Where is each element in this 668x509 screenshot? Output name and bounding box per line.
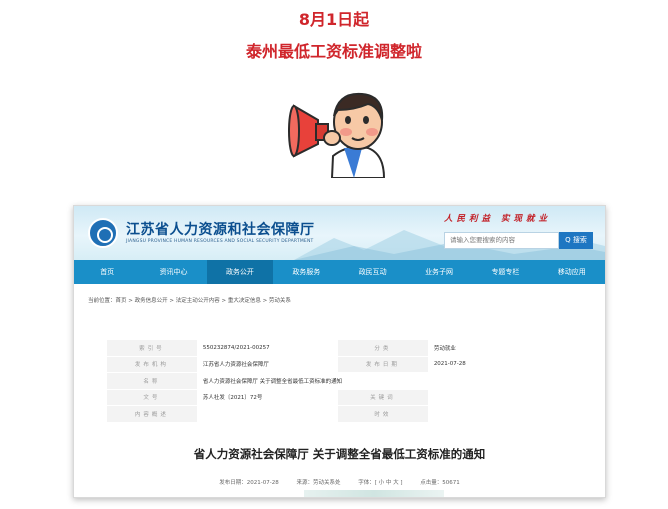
meta-value: 苏人社发〔2021〕72号: [202, 395, 263, 402]
website-screenshot: 江苏省人力资源和社会保障厅 JIANGSU PROVINCE HUMAN RES…: [73, 205, 606, 498]
document-meta-table: 索引号 550232874/2021-00257 分类 劳动就业 发布机构 江苏…: [107, 340, 569, 423]
publish-date: 发布日期：2021-07-28: [219, 480, 279, 486]
nav-item-subsites[interactable]: 业务子网: [406, 260, 472, 284]
meta-value: [197, 406, 338, 423]
headline-date: 8月1日起: [298, 10, 370, 29]
meta-value: 劳动就业: [433, 345, 456, 352]
meta-key: 时效: [337, 405, 428, 422]
headline-title: 泰州最低工资标准调整啦: [245, 42, 422, 61]
document-source: 来源：劳动关系处: [296, 480, 341, 486]
meta-key: 分类: [337, 340, 428, 356]
site-slogan: 人民利益 实现就业: [444, 214, 551, 224]
view-count: 点击量：50671: [420, 480, 460, 486]
table-row: 文号 苏人社发〔2021〕72号 关键词: [107, 389, 569, 406]
breadcrumb[interactable]: 当前位置：首页 > 政务信息公开 > 法定主动公开内容 > 重大决定信息 > 劳…: [88, 296, 291, 304]
watermark: [304, 490, 444, 497]
site-title: 江苏省人力资源和社会保障厅: [126, 222, 315, 238]
main-nav: 首页 资讯中心 政务公开 政务服务 政民互动 业务子网 专题专栏 移动应用: [74, 260, 605, 284]
meta-value: 550232874/2021-00257: [202, 344, 270, 351]
meta-value: [428, 389, 569, 406]
search-button[interactable]: Q 搜索: [559, 232, 593, 249]
meta-value: 江苏省人力资源社会保障厅: [202, 362, 269, 369]
nav-item-mobile[interactable]: 移动应用: [539, 260, 605, 284]
font-size-switcher[interactable]: 字体：[ 小 中 大 ]: [358, 480, 402, 486]
nav-item-gov-service[interactable]: 政务服务: [273, 260, 339, 284]
document-info: 发布日期：2021-07-28 来源：劳动关系处 字体：[ 小 中 大 ] 点击…: [74, 478, 605, 486]
site-subtitle: JIANGSU PROVINCE HUMAN RESOURCES AND SOC…: [126, 239, 314, 244]
meta-value: 2021-07-28: [433, 361, 466, 368]
nav-item-home[interactable]: 首页: [74, 260, 140, 284]
meta-key: 关键词: [337, 389, 428, 406]
meta-key: 内容概述: [107, 405, 197, 422]
meta-key: 发布机构: [107, 356, 197, 373]
megaphone-mascot-illustration: [288, 92, 386, 178]
nav-item-gov-open[interactable]: 政务公开: [206, 260, 274, 284]
table-row: 名称 省人力资源社会保障厅 关于调整全省最低工资标准的通知: [107, 372, 569, 389]
meta-key: 文号: [107, 389, 197, 406]
table-row: 索引号 550232874/2021-00257 分类 劳动就业: [107, 340, 569, 356]
meta-key: 名称: [107, 372, 197, 389]
meta-key: 发布日期: [337, 356, 428, 373]
nav-item-topics[interactable]: 专题专栏: [472, 260, 538, 284]
table-row: 发布机构 江苏省人力资源社会保障厅 发布日期 2021-07-28: [107, 356, 569, 373]
nav-item-news[interactable]: 资讯中心: [140, 260, 206, 284]
meta-value: 省人力资源社会保障厅 关于调整全省最低工资标准的通知: [202, 378, 343, 385]
meta-value: [428, 406, 569, 423]
document-title: 省人力资源社会保障厅 关于调整全省最低工资标准的通知: [193, 447, 486, 461]
nav-item-interaction[interactable]: 政民互动: [340, 260, 406, 284]
table-row: 内容概述 时效: [107, 405, 569, 423]
meta-key: 索引号: [107, 340, 197, 356]
search-input[interactable]: 请输入您要搜索的内容: [444, 232, 559, 249]
hrss-logo-icon: [88, 218, 118, 248]
site-banner: 江苏省人力资源和社会保障厅 JIANGSU PROVINCE HUMAN RES…: [74, 206, 605, 260]
